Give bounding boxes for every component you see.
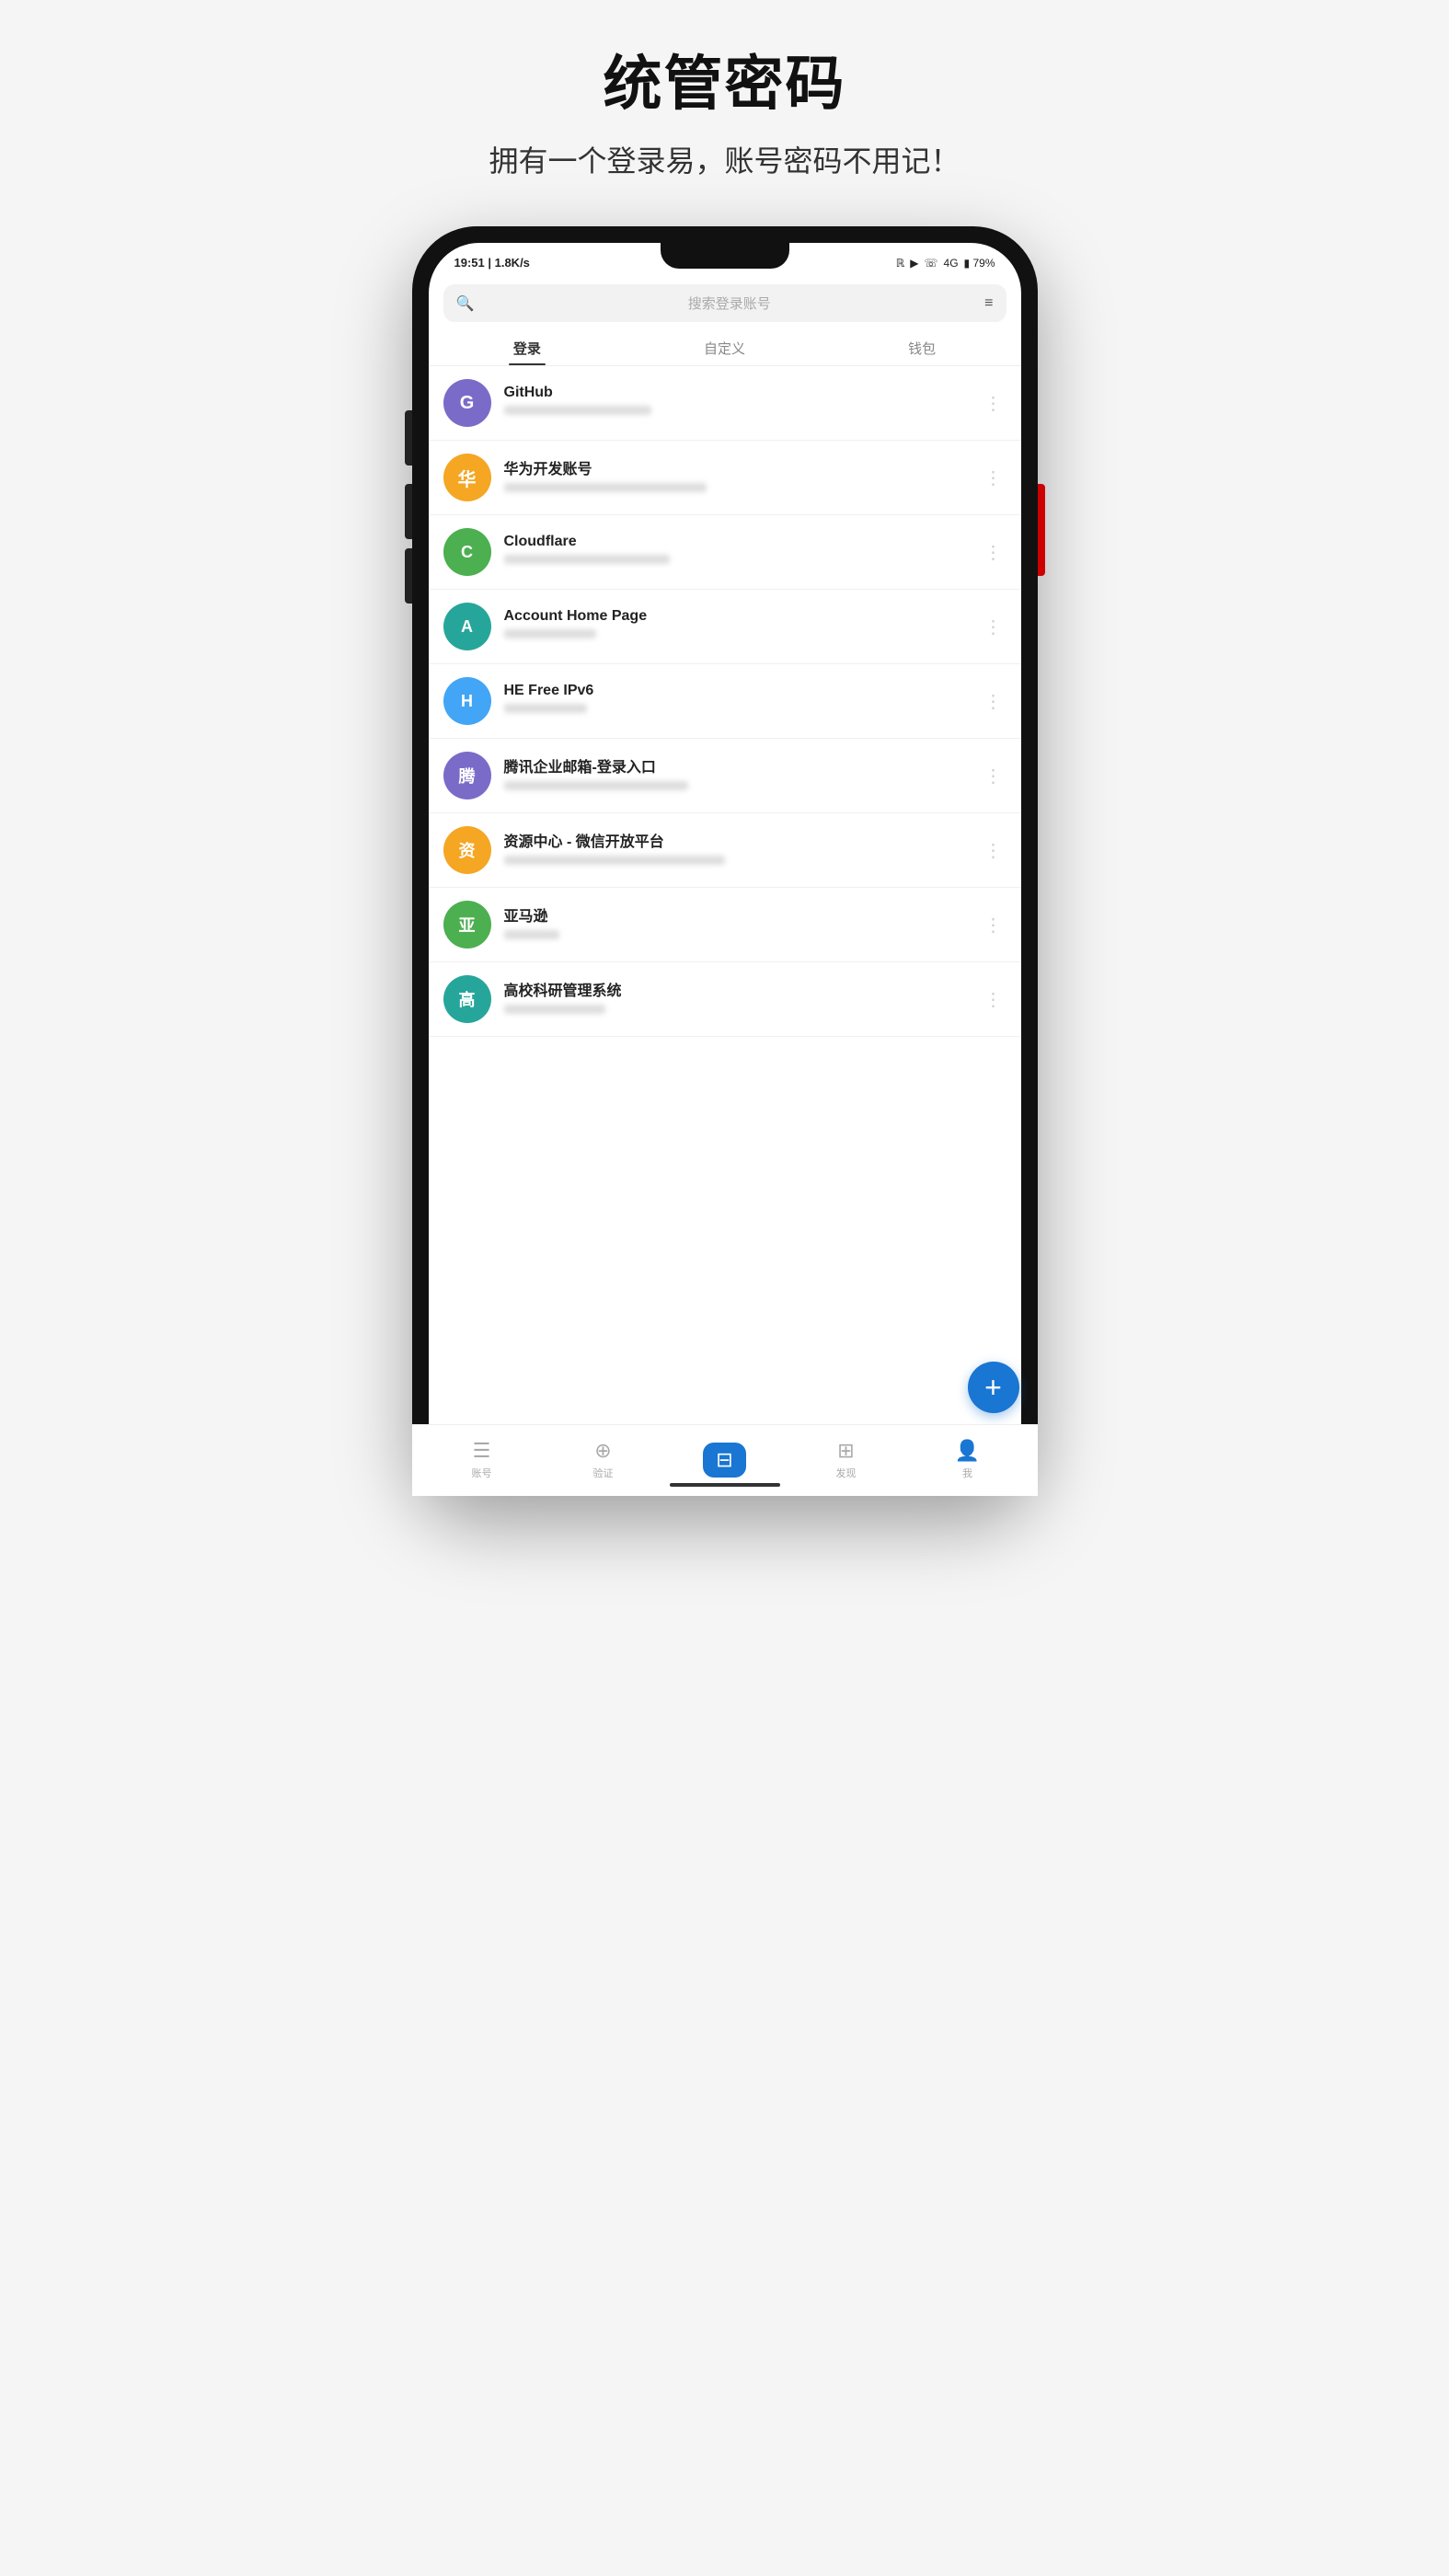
account-info-amazon: 亚马逊 <box>504 903 981 947</box>
account-detail-tencent-mail <box>504 781 688 790</box>
account-info-huawei: 华为开发账号 <box>504 456 981 500</box>
tab-custom[interactable]: 自定义 <box>626 329 823 365</box>
list-item[interactable]: G GitHub ⋮ <box>429 366 1021 441</box>
account-name-university: 高校科研管理系统 <box>504 978 981 1000</box>
account-detail-cloudflare <box>504 555 670 564</box>
avatar-university: 高 <box>443 975 491 1023</box>
phone-frame: 19:51 | 1.8K/s ℝ ▶ ☏ 4G ▮ 79% 🔍 搜索登录账号 ≡… <box>412 226 1038 1496</box>
more-icon-cloudflare[interactable]: ⋮ <box>981 541 1006 564</box>
account-info-cloudflare: Cloudflare <box>504 534 981 571</box>
avatar-huawei: 华 <box>443 454 491 501</box>
list-item[interactable]: 高 高校科研管理系统 ⋮ <box>429 962 1021 1037</box>
phone-screen: 19:51 | 1.8K/s ℝ ▶ ☏ 4G ▮ 79% 🔍 搜索登录账号 ≡… <box>429 243 1021 1479</box>
discover-icon: ⊞ <box>837 1439 854 1463</box>
more-icon-he-ipv6[interactable]: ⋮ <box>981 690 1006 713</box>
bottom-nav: ☰ 账号 ⊕ 验证 ⊟ ⊞ 发现 👤 我 <box>429 1424 1021 1479</box>
accounts-icon: ☰ <box>473 1439 491 1463</box>
network-icon: 4G <box>944 257 959 270</box>
signal-icon: ▶ <box>910 257 918 270</box>
filter-icon[interactable]: ≡ <box>984 295 993 312</box>
account-name-cloudflare: Cloudflare <box>504 534 981 550</box>
account-info-account-home: Account Home Page <box>504 608 981 646</box>
hero-subtitle: 拥有一个登录易，账号密码不用记！ <box>489 138 960 180</box>
bluetooth-icon: ℝ <box>896 257 905 270</box>
account-info-university: 高校科研管理系统 <box>504 978 981 1021</box>
tab-login[interactable]: 登录 <box>429 329 627 365</box>
account-name-tencent-mail: 腾讯企业邮箱-登录入口 <box>504 754 981 776</box>
avatar-he-ipv6: H <box>443 677 491 725</box>
list-item[interactable]: 腾 腾讯企业邮箱-登录入口 ⋮ <box>429 739 1021 813</box>
hero-title: 统管密码 <box>604 37 846 121</box>
search-bar[interactable]: 🔍 搜索登录账号 ≡ <box>443 284 1006 322</box>
nav-item-passwords[interactable]: ⊟ <box>664 1435 786 1478</box>
list-item[interactable]: C Cloudflare ⋮ <box>429 515 1021 590</box>
status-icons: ℝ ▶ ☏ 4G ▮ 79% <box>896 257 995 270</box>
nav-label-me: 我 <box>962 1466 972 1479</box>
account-name-amazon: 亚马逊 <box>504 903 981 926</box>
search-icon: 🔍 <box>456 294 475 313</box>
phone-icon: ☏ <box>925 257 938 270</box>
nav-item-me[interactable]: 👤 我 <box>907 1432 1021 1479</box>
nav-item-verify[interactable]: ⊕ 验证 <box>543 1432 664 1479</box>
account-detail-he-ipv6 <box>504 704 587 713</box>
account-name-wechat-open: 资源中心 - 微信开放平台 <box>504 829 981 851</box>
account-list: G GitHub ⋮ 华 华为开发账号 ⋮ <box>429 366 1021 1479</box>
nav-label-discover: 发现 <box>836 1466 857 1479</box>
account-info-github: GitHub <box>504 385 981 422</box>
nav-item-accounts[interactable]: ☰ 账号 <box>429 1432 543 1479</box>
more-icon-amazon[interactable]: ⋮ <box>981 914 1006 937</box>
more-icon-tencent-mail[interactable]: ⋮ <box>981 765 1006 788</box>
more-icon-github[interactable]: ⋮ <box>981 392 1006 415</box>
nav-active-bg: ⊟ <box>703 1443 745 1478</box>
avatar-account-home: A <box>443 603 491 650</box>
account-name-account-home: Account Home Page <box>504 608 981 625</box>
account-name-huawei: 华为开发账号 <box>504 456 981 478</box>
tab-wallet[interactable]: 钱包 <box>823 329 1021 365</box>
verify-icon: ⊕ <box>594 1439 611 1463</box>
account-name-he-ipv6: HE Free IPv6 <box>504 683 981 699</box>
avatar-amazon: 亚 <box>443 901 491 949</box>
account-info-tencent-mail: 腾讯企业邮箱-登录入口 <box>504 754 981 798</box>
more-icon-huawei[interactable]: ⋮ <box>981 466 1006 489</box>
account-detail-university <box>504 1005 605 1014</box>
list-item[interactable]: 华 华为开发账号 ⋮ <box>429 441 1021 515</box>
account-info-he-ipv6: HE Free IPv6 <box>504 683 981 720</box>
more-icon-account-home[interactable]: ⋮ <box>981 615 1006 638</box>
battery-icon: ▮ 79% <box>964 257 995 270</box>
status-time: 19:51 | 1.8K/s <box>454 256 530 270</box>
more-icon-wechat-open[interactable]: ⋮ <box>981 839 1006 862</box>
list-item[interactable]: 资 资源中心 - 微信开放平台 ⋮ <box>429 813 1021 888</box>
me-icon: 👤 <box>955 1439 980 1463</box>
nav-item-discover[interactable]: ⊞ 发现 <box>786 1432 907 1479</box>
account-detail-amazon <box>504 930 559 939</box>
more-icon-university[interactable]: ⋮ <box>981 988 1006 1011</box>
avatar-wechat-open: 资 <box>443 826 491 874</box>
list-item[interactable]: H HE Free IPv6 ⋮ <box>429 664 1021 739</box>
account-info-wechat-open: 资源中心 - 微信开放平台 <box>504 829 981 872</box>
account-detail-github <box>504 406 651 415</box>
avatar-cloudflare: C <box>443 528 491 576</box>
nav-label-accounts: 账号 <box>472 1466 492 1479</box>
list-item[interactable]: A Account Home Page ⋮ <box>429 590 1021 664</box>
search-placeholder: 搜索登录账号 <box>483 293 975 313</box>
account-name-github: GitHub <box>504 385 981 401</box>
fab-add-button[interactable]: + <box>968 1362 1019 1413</box>
account-detail-account-home <box>504 629 596 638</box>
passwords-icon: ⊟ <box>716 1448 732 1471</box>
account-detail-huawei <box>504 483 707 492</box>
notch <box>661 243 789 269</box>
page-wrapper: 统管密码 拥有一个登录易，账号密码不用记！ 19:51 | 1.8K/s ℝ ▶… <box>362 37 1087 1496</box>
list-item[interactable]: 亚 亚马逊 ⋮ <box>429 888 1021 962</box>
avatar-github: G <box>443 379 491 427</box>
avatar-tencent-mail: 腾 <box>443 752 491 799</box>
nav-label-verify: 验证 <box>593 1466 614 1479</box>
tabs: 登录 自定义 钱包 <box>429 329 1021 366</box>
account-detail-wechat-open <box>504 856 725 865</box>
